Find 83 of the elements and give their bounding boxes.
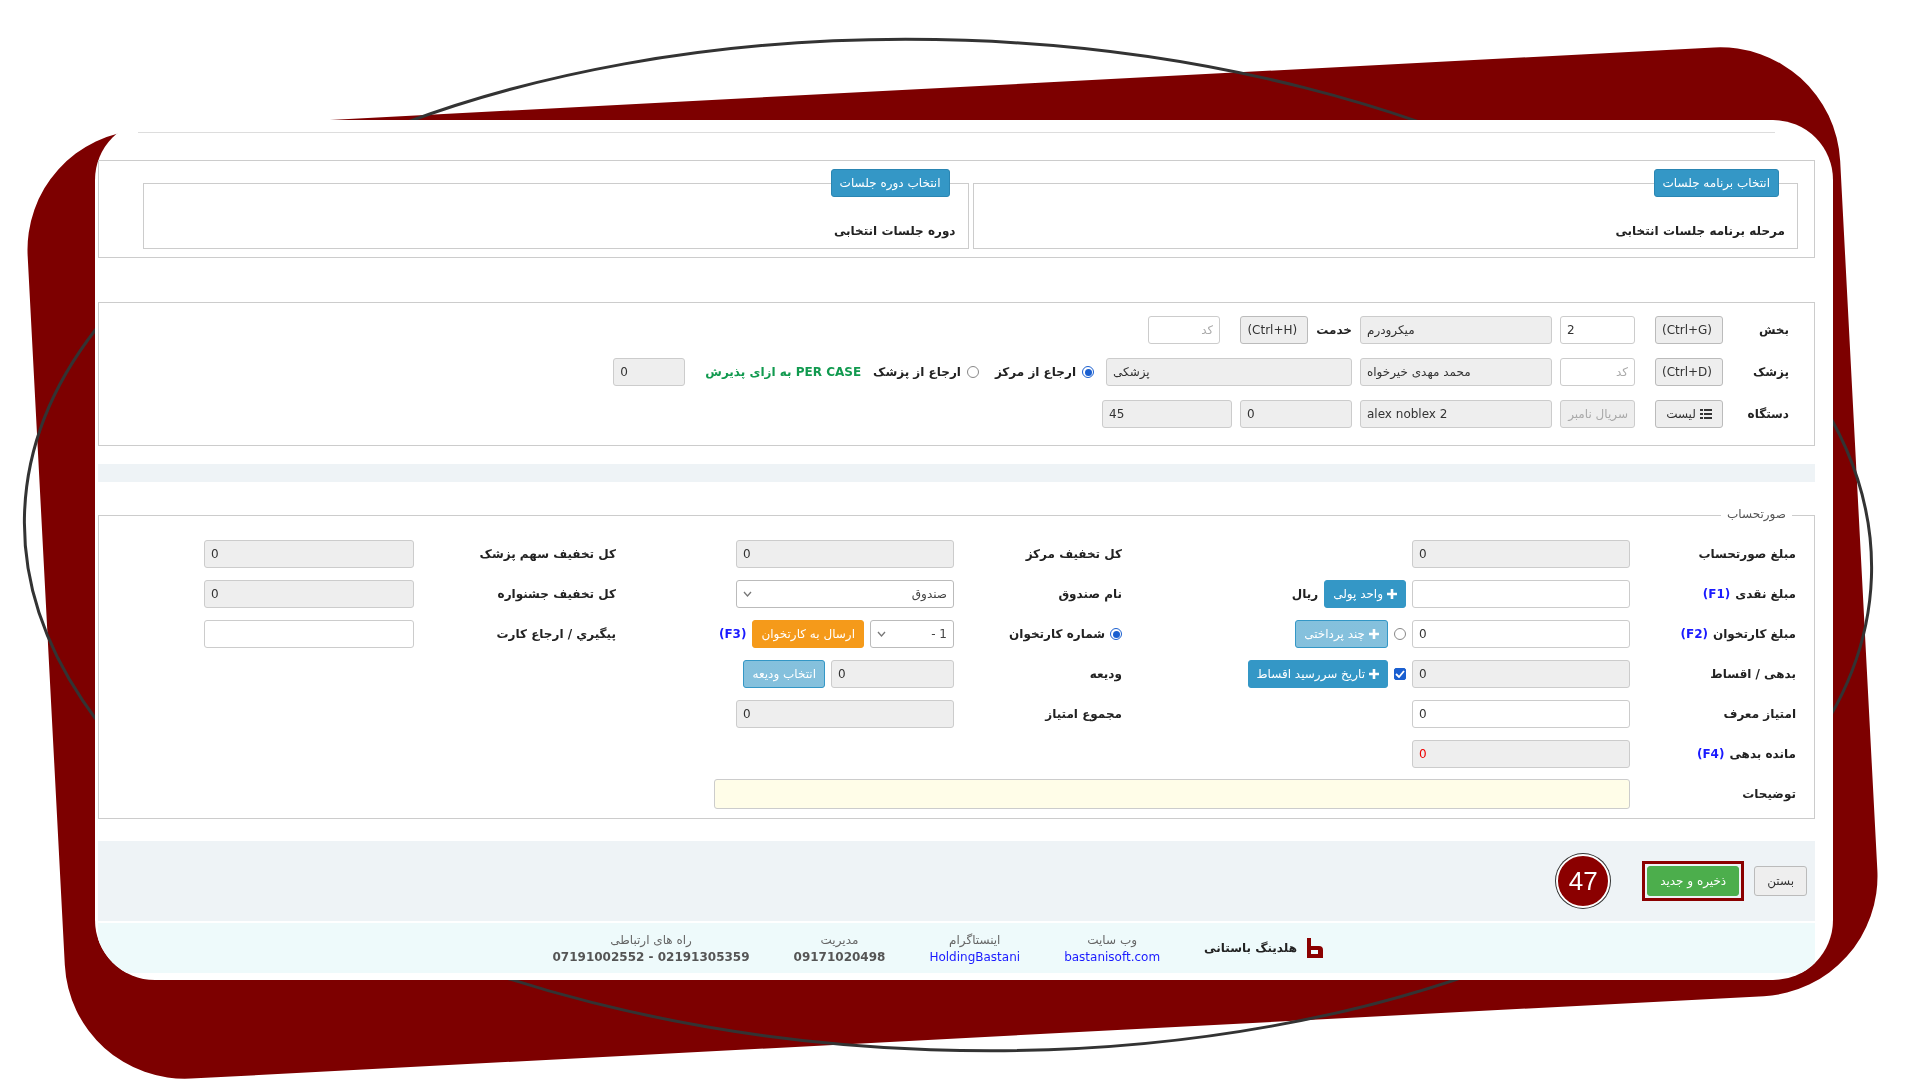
contact-title: راه های ارتباطی [610, 932, 692, 947]
field-label: مبلغ کارتخوان [1712, 627, 1796, 641]
input-field[interactable]: کد [1148, 316, 1221, 344]
radio-button[interactable] [1394, 628, 1406, 640]
field-label: کل تخفیف جشنواره [497, 587, 616, 601]
shortcut-hint: (F4) [1696, 747, 1725, 761]
input-field[interactable]: کد [1560, 358, 1635, 386]
input-field[interactable]: محمد مهدی خیرخواه [1360, 358, 1552, 386]
field-label: مبلغ صورتحساب [1698, 547, 1796, 561]
logo-icon [1307, 938, 1323, 958]
input-field[interactable]: 0 [1240, 400, 1352, 428]
input-field[interactable]: 0 [1412, 740, 1630, 768]
field-label: پزشک [1751, 365, 1789, 379]
field-label: توضیحات [1742, 787, 1796, 801]
note-text: PER CASE به ازای پذیرش [705, 365, 862, 379]
plus-icon [1369, 669, 1379, 679]
field-label: ودیعه [1089, 667, 1122, 681]
list-icon [1699, 409, 1712, 419]
input-field[interactable]: 0 [613, 358, 686, 386]
shortcut-hint: (F2) [1680, 627, 1708, 641]
caret-icon [743, 591, 752, 597]
contact-link[interactable]: bastanisoft.com [1064, 949, 1161, 964]
field-label: بخش [1757, 323, 1789, 337]
checkbox[interactable] [1394, 668, 1406, 680]
input-field[interactable]: alex noblex 2 [1360, 400, 1552, 428]
contact-link[interactable]: HoldingBastani [929, 949, 1021, 964]
field-label: کل تخفیف مرکز [1025, 547, 1122, 561]
close-button[interactable]: بستن [1754, 866, 1807, 896]
input-field[interactable]: 0 [831, 660, 954, 688]
field-label: امتیاز معرف [1723, 707, 1796, 721]
contact-title: اینستاگرام [949, 932, 1001, 947]
contact-value: 07191002552 - 02191305359 [552, 949, 750, 964]
contact-title: وب سایت [1087, 932, 1137, 947]
input-field[interactable]: 2 [1560, 316, 1635, 344]
field-label: دستگاه [1746, 407, 1789, 421]
shortcut-hint: (F1) [1702, 587, 1731, 601]
contact-value: 09171020498 [793, 949, 886, 964]
input-field[interactable]: 45 [1102, 400, 1232, 428]
dropdown[interactable]: صندوق [736, 580, 954, 608]
input-field[interactable]: 0 [1412, 660, 1630, 688]
field-label: نام صندوق [1058, 587, 1122, 601]
input-field[interactable]: سریال نامبر [1560, 400, 1635, 428]
radio-label: ارجاع از مرکز [994, 365, 1076, 379]
notes-field[interactable] [714, 779, 1630, 809]
radio-label: ارجاع از پزشک [873, 365, 961, 379]
input-field[interactable]: 0 [736, 540, 954, 568]
field-label: شماره کارتخوان [1009, 627, 1105, 641]
group-label: دوره جلسات انتخابی [833, 224, 956, 238]
input-field[interactable]: 0 [1412, 620, 1630, 648]
step-badge: 47 [1556, 854, 1611, 908]
radio-button[interactable] [1082, 366, 1094, 378]
plus-icon [1369, 629, 1379, 639]
input-field[interactable]: 0 [204, 580, 414, 608]
group-label: مرحله برنامه جلسات انتخابی [1615, 224, 1785, 238]
input-field[interactable] [1412, 580, 1630, 608]
list-button[interactable]: لیست [1655, 400, 1723, 428]
input-field[interactable]: 0 [736, 700, 954, 728]
radio-button[interactable] [1110, 628, 1122, 640]
plus-icon [1387, 589, 1397, 599]
input-field[interactable]: 0 [1412, 540, 1630, 568]
list-button[interactable]: (Ctrl+D) [1655, 358, 1723, 386]
field-label: مانده بدهی [1729, 747, 1796, 761]
input-field[interactable]: میکرودرم [1360, 316, 1552, 344]
field-label: کل تخفیف سهم پزشک [479, 547, 616, 561]
input-field[interactable]: پزشکی [1106, 358, 1352, 386]
dropdown[interactable]: 1 - [870, 620, 954, 648]
list-button[interactable]: (Ctrl+H) [1240, 316, 1309, 344]
input-field[interactable] [204, 620, 414, 648]
field-label: مبلغ نقدی [1735, 587, 1796, 601]
field-label: بدهی / اقساط [1710, 667, 1796, 681]
field-label: مجموع امتیاز [1045, 707, 1122, 721]
field-label: پیگیري / ارجاع کارت [496, 627, 616, 641]
input-field[interactable]: 0 [1412, 700, 1630, 728]
list-button[interactable]: (Ctrl+G) [1655, 316, 1723, 344]
currency-label: ریال [1291, 587, 1319, 601]
section-title: صورتحساب [1721, 507, 1792, 521]
contact-title: مدیریت [820, 932, 859, 947]
input-field[interactable]: 0 [204, 540, 414, 568]
caret-icon [877, 631, 886, 637]
company-name: هلدینگ باستانی [1204, 941, 1297, 955]
shortcut-hint: (F3) [718, 627, 747, 641]
field-label: خدمت [1316, 323, 1352, 337]
radio-button[interactable] [966, 366, 979, 378]
